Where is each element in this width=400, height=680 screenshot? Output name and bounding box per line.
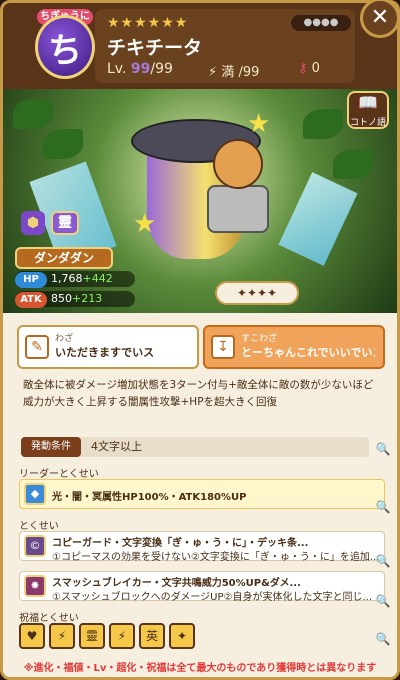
search-icon[interactable]: 🔍 bbox=[375, 499, 391, 515]
book-icon: 📖 bbox=[358, 93, 378, 112]
mana-value: /99 bbox=[238, 65, 260, 80]
element-hexagon-icon: ⬢ bbox=[21, 211, 45, 235]
hp-base: 1,768 bbox=[51, 272, 83, 285]
condition-label: 発動条件 bbox=[21, 437, 81, 457]
ability-row[interactable]: ✸ スマッシュブレイカー・文字共鳴威力50%UP&ダメ... ①スマッシュブロッ… bbox=[19, 571, 385, 603]
key-count: ⚷ 0 bbox=[298, 61, 320, 76]
abilities-section-label: とくせい bbox=[19, 521, 59, 532]
header: ちぎゅうに ち ★★★★★★ ●●●● チキチータ Lv. 99/99 ⚡ 満 … bbox=[3, 3, 397, 89]
search-icon[interactable]: 🔍 bbox=[375, 631, 391, 647]
star-decoration-icon: ★ bbox=[247, 109, 271, 139]
ability-row[interactable]: © コピーガード・文字変換「ぎ・ゅ・う・に」・デッキ条... ①コピーマスの効果… bbox=[19, 531, 385, 563]
hp-stat: HP 1,768+442 bbox=[15, 271, 135, 288]
leaf-decoration bbox=[43, 129, 83, 159]
hp-plus: +442 bbox=[82, 272, 113, 285]
atk-base: 850 bbox=[51, 292, 72, 305]
pilot-body bbox=[207, 185, 269, 233]
level-max: /99 bbox=[150, 61, 173, 77]
socket-indicator: ●●●● bbox=[291, 15, 351, 31]
tab-kind: すこわざ bbox=[241, 334, 278, 344]
key-icon: ⚷ bbox=[298, 61, 308, 76]
series-button[interactable]: ダンダダン bbox=[15, 247, 113, 269]
leader-section-label: リーダーとくせい bbox=[19, 469, 99, 480]
lightning-icon[interactable]: ⚡ bbox=[49, 623, 75, 649]
level-display: Lv. 99/99 bbox=[107, 61, 173, 77]
leaf-decoration bbox=[13, 99, 53, 129]
search-icon[interactable]: 🔍 bbox=[375, 441, 391, 457]
star-decoration-icon: ★ bbox=[133, 209, 157, 239]
search-icon[interactable]: 🔍 bbox=[375, 553, 391, 569]
leader-ability-icon: ◆ bbox=[24, 483, 46, 505]
character-detail-panel: ちぎゅうに ち ★★★★★★ ●●●● チキチータ Lv. 99/99 ⚡ 満 … bbox=[0, 0, 400, 680]
character-name: チキチータ bbox=[107, 37, 203, 59]
tab-name: とーちゃんこれでいいでいスか!! bbox=[241, 346, 375, 359]
footer-note: ※進化・福値・Lv・超化・祝福は全て最大のものであり獲得時とは異なります bbox=[23, 663, 377, 674]
shield-lightning-icon[interactable]: ⚡ bbox=[109, 623, 135, 649]
element-kanji-icon: 靈 bbox=[51, 211, 79, 235]
smash-breaker-icon: ✸ bbox=[24, 575, 46, 597]
heart-icon[interactable]: ♥ bbox=[19, 623, 45, 649]
spirit-kanji-icon[interactable]: 靈 bbox=[79, 623, 105, 649]
ability-subtitle: ①コピーマスの効果を受けない②文字変換に「ぎ・ゅ・う・に」を追加... bbox=[52, 552, 380, 563]
leader-ability-text: 光・闇・冥属性HP100%・ATK180%UP bbox=[52, 492, 247, 503]
mana-icon: ⚡ bbox=[208, 65, 218, 80]
rarity-stars: ★★★★★★ bbox=[107, 15, 189, 31]
condition-row: 発動条件 4文字以上 bbox=[21, 437, 369, 457]
seal-slots: ✦✦✦✦ bbox=[215, 281, 299, 305]
atk-stat: ATK 850+213 bbox=[15, 291, 135, 308]
level-current: 99 bbox=[130, 61, 151, 77]
atk-plus: +213 bbox=[72, 292, 103, 305]
condition-value: 4文字以上 bbox=[91, 440, 142, 453]
book-button-label: コトノ語 bbox=[349, 118, 386, 128]
tab-sugowaza[interactable]: ↧ すこわざ とーちゃんこれでいいでいスか!! bbox=[203, 325, 385, 369]
atk-label: ATK bbox=[15, 292, 47, 308]
ability-title: コピーガード・文字変換「ぎ・ゅ・う・に」・デッキ条... bbox=[52, 538, 309, 549]
pilot-head bbox=[213, 139, 263, 189]
key-count-value: 0 bbox=[311, 61, 320, 76]
tab-name: いただきますでいス bbox=[55, 346, 155, 359]
search-icon[interactable]: 🔍 bbox=[375, 593, 391, 609]
leader-ability-row[interactable]: ◆ 光・闇・冥属性HP100%・ATK180%UP bbox=[19, 479, 385, 509]
sugowaza-icon: ↧ bbox=[211, 335, 235, 359]
wing-icon[interactable]: ✦ bbox=[169, 623, 195, 649]
copy-guard-icon: © bbox=[24, 535, 46, 557]
blessing-section-label: 祝福とくせい bbox=[19, 613, 79, 624]
rarity-badge-icon: ち bbox=[35, 15, 95, 79]
mana-label: 満 bbox=[221, 65, 235, 80]
character-pilot bbox=[203, 139, 273, 233]
level-label: Lv. bbox=[107, 61, 127, 77]
leaf-decoration bbox=[333, 149, 373, 179]
skill-tabs: ✎ わざ いただきますでいス ↧ すこわざ とーちゃんこれでいいでいスか!! bbox=[17, 325, 385, 369]
waza-icon: ✎ bbox=[25, 335, 49, 359]
ability-subtitle: ①スマッシュブロックへのダメージUP②自身が実体化した文字と同じ... bbox=[52, 592, 373, 603]
hp-label: HP bbox=[15, 272, 47, 288]
ability-title: スマッシュブレイカー・文字共鳴威力50%UP&ダメ... bbox=[52, 578, 301, 589]
leaf-decoration bbox=[303, 109, 343, 139]
crystal-decoration bbox=[278, 172, 358, 266]
tab-waza[interactable]: ✎ わざ いただきますでいス bbox=[17, 325, 199, 369]
hero-kanji-icon[interactable]: 英 bbox=[139, 623, 165, 649]
skill-description: 敵全体に被ダメージ増加状態を3ターン付与+敵全体に敵の数が少ないほど威力が大きく… bbox=[23, 379, 374, 408]
mana-display: ⚡ 満 /99 bbox=[208, 61, 259, 80]
tab-kind: わざ bbox=[55, 334, 74, 344]
